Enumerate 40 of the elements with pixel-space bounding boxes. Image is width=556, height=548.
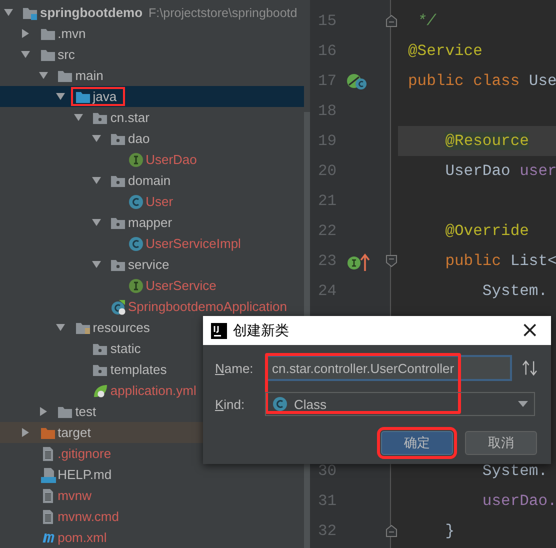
code-line: userDao. <box>481 491 556 512</box>
item-label: static <box>110 340 141 356</box>
code-line: @Override <box>444 221 530 242</box>
item-label: test <box>75 404 96 420</box>
field-label: Kind: <box>215 396 246 412</box>
item-label: pom.xml <box>58 530 107 546</box>
item-label: domain <box>128 172 171 188</box>
item-label: src <box>58 46 75 62</box>
item-label: SpringbootdemoApplication <box>128 298 287 314</box>
code-line: public class Use <box>407 71 556 92</box>
item-label: UserService <box>146 278 216 294</box>
item-label: mapper <box>128 214 172 230</box>
code-line: public List< <box>444 251 556 272</box>
item-label: application.yml <box>110 382 196 398</box>
code-line: System. <box>481 281 549 302</box>
item-label: java <box>92 88 117 104</box>
code-line: UserDao user <box>444 161 556 182</box>
dialog-title: 创建新类 <box>233 322 290 340</box>
item-label: templates <box>110 362 167 378</box>
item-label: service <box>128 256 170 272</box>
item-label: HELP.md <box>58 466 112 482</box>
item-label: User <box>146 194 174 210</box>
item-label: .gitignore <box>58 446 112 462</box>
item-label: mvnw.cmd <box>58 508 119 524</box>
code-line: System. <box>481 461 549 482</box>
item-label: UserDao <box>146 152 197 168</box>
item-label: dao <box>128 130 150 146</box>
item-label: cn.star <box>110 110 150 126</box>
code-line: @Service <box>407 41 484 62</box>
item-label: mvnw <box>58 488 92 504</box>
code-line: } <box>444 521 456 542</box>
field-label: Name: <box>215 360 254 376</box>
item-label: main <box>75 68 104 84</box>
item-label: springbootdemo <box>40 4 143 20</box>
code-line: */ <box>416 11 438 32</box>
item-label: .mvn <box>58 26 86 42</box>
item-label: resources <box>92 320 150 336</box>
item-label: target <box>58 424 91 440</box>
project-path: F:\projectstore\springbootd <box>148 6 298 20</box>
item-label: UserServiceImpl <box>146 236 241 252</box>
